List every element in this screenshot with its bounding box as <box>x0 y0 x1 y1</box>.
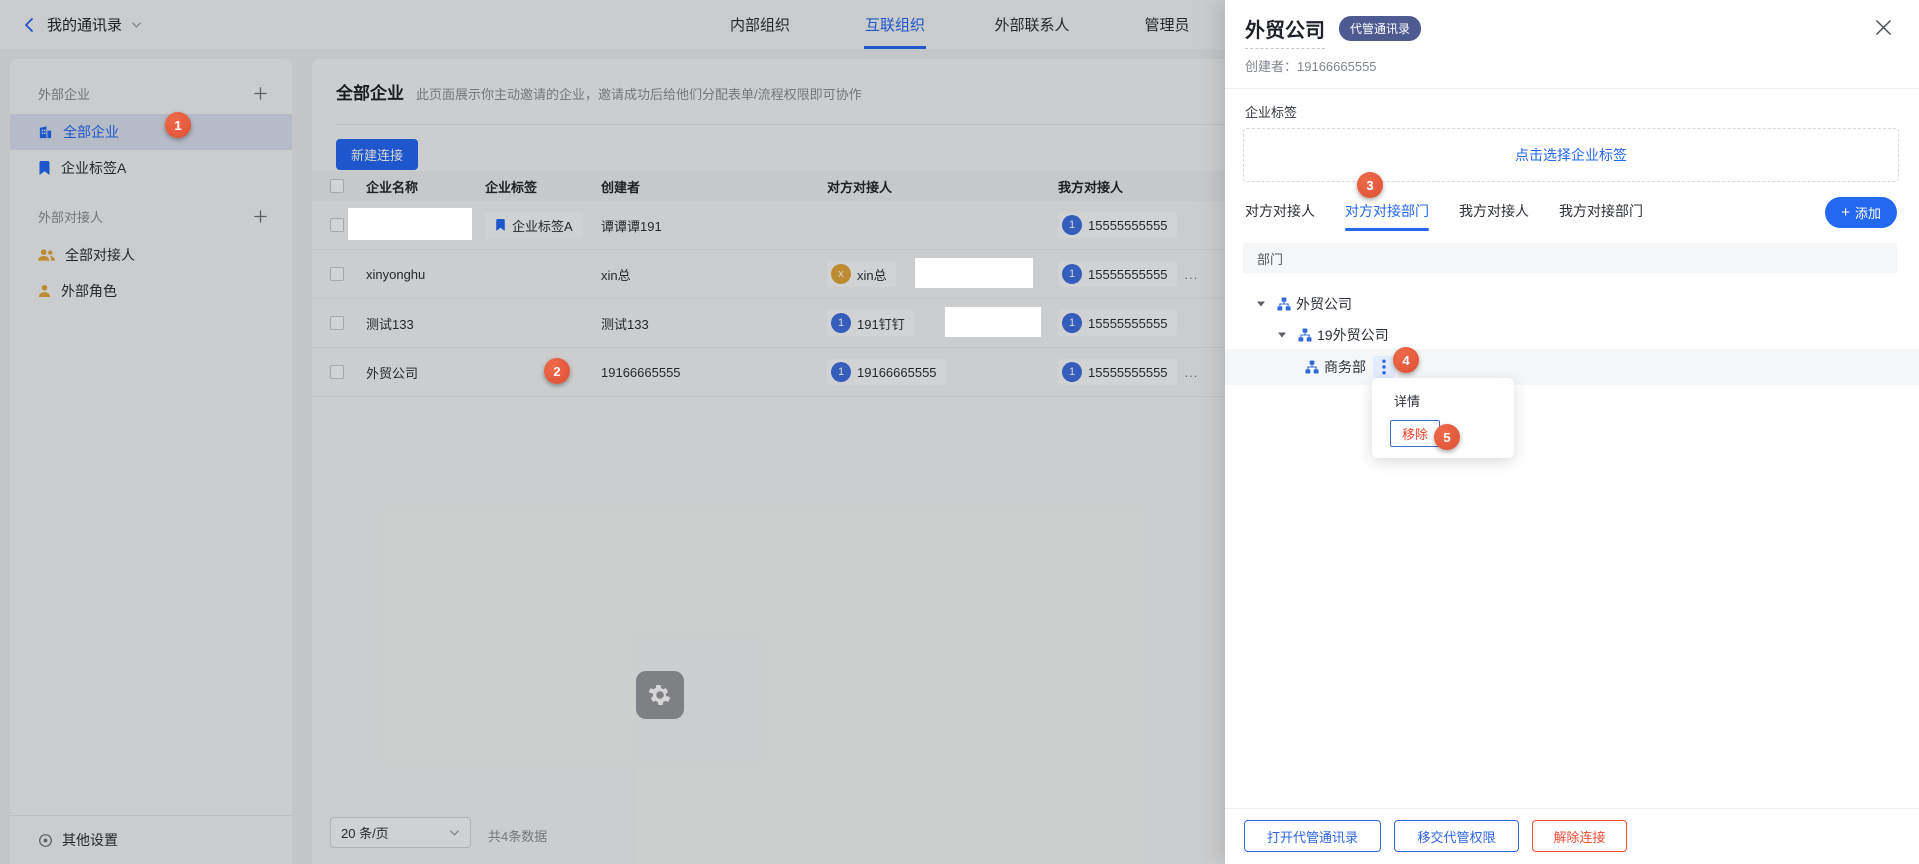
vertical-dots-icon <box>1382 359 1386 375</box>
plus-icon: + <box>1841 205 1850 220</box>
drawer-tab-their-departments[interactable]: 对方对接部门 <box>1345 196 1429 226</box>
tag-section-label: 企业标签 <box>1245 102 1297 121</box>
tree-node-child[interactable]: 19外贸公司 <box>1225 319 1919 350</box>
close-icon[interactable] <box>1874 18 1893 37</box>
active-tab-indicator <box>1345 228 1429 231</box>
managed-addressbook-badge: 代管通讯录 <box>1339 16 1421 41</box>
divider <box>1225 808 1919 809</box>
redacted-contact <box>915 258 1033 288</box>
org-icon <box>1277 297 1291 311</box>
tree-node-label: 商务部 <box>1324 357 1366 377</box>
step-annotation-badge: 2 <box>544 358 570 384</box>
tree-node-label: 19外贸公司 <box>1317 325 1389 345</box>
department-list-header: 部门 <box>1243 243 1897 273</box>
divider <box>1225 88 1919 89</box>
tree-node-root[interactable]: 外贸公司 <box>1225 288 1919 319</box>
drawer-tab-our-departments[interactable]: 我方对接部门 <box>1559 196 1643 226</box>
disconnect-button[interactable]: 解除连接 <box>1532 820 1627 852</box>
org-icon <box>1305 360 1319 374</box>
add-button[interactable]: + 添加 <box>1825 197 1897 228</box>
add-button-label: 添加 <box>1855 203 1881 222</box>
company-detail-drawer: 外贸公司 代管通讯录 创建者：19166665555 企业标签 点击选择企业标签… <box>1225 0 1919 864</box>
tree-node-label: 外贸公司 <box>1296 294 1352 314</box>
node-actions-menu-button[interactable] <box>1373 356 1395 378</box>
drawer-title: 外贸公司 <box>1245 14 1325 49</box>
step-annotation-badge: 4 <box>1393 347 1419 373</box>
drawer-tab-our-contacts[interactable]: 我方对接人 <box>1459 196 1529 226</box>
step-annotation-badge: 3 <box>1357 172 1383 198</box>
redacted-contact <box>945 307 1041 337</box>
menu-item-detail[interactable]: 详情 <box>1394 391 1420 410</box>
step-annotation-badge: 5 <box>1434 424 1460 450</box>
drawer-tab-their-contacts[interactable]: 对方对接人 <box>1245 196 1315 226</box>
step-annotation-badge: 1 <box>165 112 191 138</box>
tree-node-selected[interactable]: 商务部 <box>1225 349 1919 385</box>
drawer-creator-line: 创建者：19166665555 <box>1245 56 1377 75</box>
caret-expanded-icon[interactable] <box>1277 330 1287 340</box>
transfer-managed-permission-button[interactable]: 移交代管权限 <box>1394 820 1519 852</box>
open-managed-addressbook-button[interactable]: 打开代管通讯录 <box>1244 820 1381 852</box>
select-company-tag-button[interactable]: 点击选择企业标签 <box>1243 128 1899 182</box>
org-icon <box>1298 328 1312 342</box>
redacted-company-name <box>348 208 472 240</box>
menu-item-remove[interactable]: 移除 <box>1390 420 1440 447</box>
caret-expanded-icon[interactable] <box>1256 299 1266 309</box>
